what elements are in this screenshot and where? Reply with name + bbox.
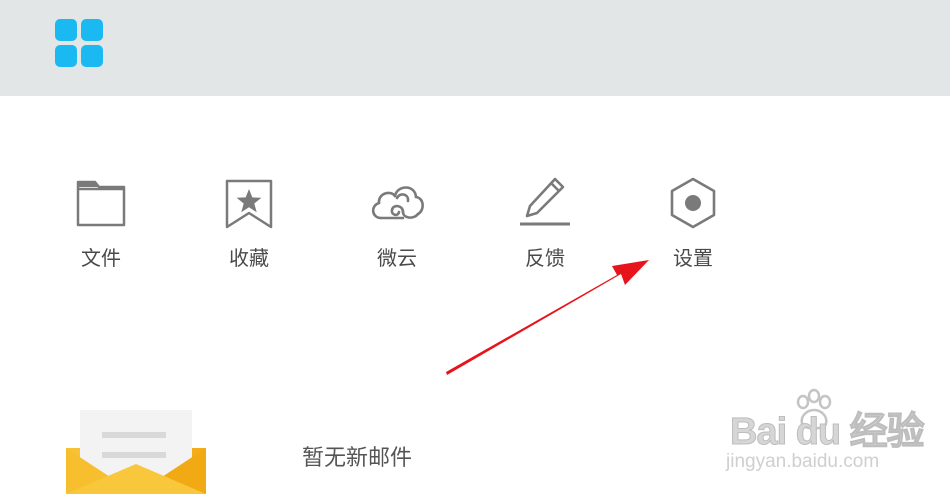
watermark: Bai du 经验 jingyan.baidu.com — [726, 388, 926, 488]
annotation-arrow — [446, 260, 649, 375]
cloud-icon — [367, 174, 427, 234]
pencil-icon — [515, 174, 575, 234]
envelope-icon — [66, 410, 206, 494]
watermark-url: jingyan.baidu.com — [726, 451, 880, 472]
shortcut-files[interactable]: 文件 — [51, 172, 151, 272]
shortcut-favorites[interactable]: 收藏 — [199, 172, 299, 272]
top-bar — [0, 0, 950, 96]
mail-status-text: 暂无新邮件 — [302, 446, 413, 471]
bookmark-star-icon — [219, 174, 279, 234]
shortcut-label: 收藏 — [229, 246, 269, 270]
settings-hexagon-icon — [663, 174, 723, 234]
grid-apps-icon — [55, 19, 103, 67]
apps-grid-button[interactable] — [54, 18, 104, 68]
shortcut-label: 文件 — [81, 246, 121, 270]
watermark-brand: Bai du 经验 — [730, 411, 926, 454]
folder-icon — [71, 174, 131, 234]
